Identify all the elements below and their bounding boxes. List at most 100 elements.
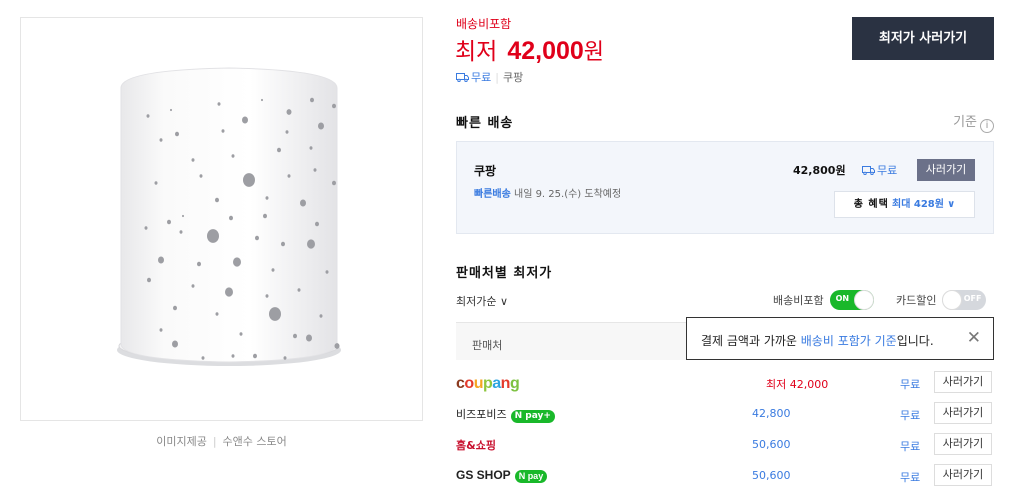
- store-logo-coupang[interactable]: coupang: [456, 375, 520, 393]
- fast-delivery-card: 쿠팡 빠른배송 내일 9. 25.(수) 도착예정 42,800원 무료 사러가…: [456, 141, 994, 234]
- pattern-dot: [315, 221, 319, 227]
- npay-badge: N pay+: [510, 410, 555, 423]
- criteria-info[interactable]: 기준 i: [953, 111, 994, 133]
- pattern-dot: [225, 287, 233, 297]
- delivery-eta: 빠른배송 내일 9. 25.(수) 도착예정: [474, 185, 621, 200]
- row-shipping: 무료: [900, 409, 921, 422]
- sort-dropdown[interactable]: 최저가순 ∨: [456, 293, 508, 309]
- table-row[interactable]: GS SHOP N pay 50,600 무료 사러가기: [456, 460, 994, 490]
- free-shipping-label: 무료: [471, 71, 492, 84]
- lowest-price: 최저 42,000원: [455, 32, 604, 66]
- pattern-dot: [144, 226, 148, 230]
- pattern-dot: [175, 131, 179, 137]
- shipping-tooltip: 결제 금액과 가까운 배송비 포함가 기준입니다. ✕: [686, 317, 994, 360]
- image-source-label: 이미지제공: [156, 435, 207, 448]
- pattern-dot: [191, 158, 195, 162]
- toggle-state-text: ON: [835, 294, 850, 303]
- row-buy-button[interactable]: 사러가기: [934, 371, 992, 393]
- currency-unit: 원: [583, 40, 605, 65]
- pattern-dot: [221, 129, 225, 133]
- caption-divider: |: [212, 435, 217, 448]
- pattern-dot: [281, 241, 285, 247]
- eta-text: 내일 9. 25.(수) 도착예정: [510, 189, 622, 200]
- shipping-included-label: 배송비포함: [456, 17, 512, 31]
- pattern-dot: [283, 356, 287, 360]
- pattern-dot: [286, 109, 292, 115]
- tooltip-text-before: 결제 금액과 가까운: [701, 334, 801, 348]
- pattern-dot: [199, 174, 203, 178]
- pattern-dot: [318, 122, 324, 130]
- fast-delivery-store[interactable]: 쿠팡: [474, 162, 496, 179]
- fast-delivery-shipping: 무료: [862, 162, 897, 178]
- row-best-label: 최저: [766, 378, 787, 391]
- pattern-dot: [332, 103, 336, 109]
- pattern-dot: [146, 114, 150, 118]
- pattern-dot: [307, 239, 315, 249]
- card-discount-toggle[interactable]: OFF: [942, 290, 987, 310]
- row-shipping: 무료: [900, 440, 921, 453]
- row-buy-button[interactable]: 사러가기: [934, 402, 992, 424]
- pattern-dot: [265, 294, 269, 298]
- card-toggle-row: 카드할인 OFF: [896, 290, 987, 310]
- table-row[interactable]: 비즈포비즈 N pay+ 42,800 무료 사러가기: [456, 398, 994, 428]
- pattern-dot: [239, 332, 243, 336]
- row-shipping: 무료: [900, 378, 921, 391]
- pattern-dot: [253, 353, 257, 359]
- seller-column-header: 판매처: [472, 339, 503, 352]
- tooltip-highlight: 배송비 포함가 기준: [800, 334, 897, 348]
- product-image: [20, 17, 423, 421]
- pattern-dot: [277, 147, 281, 153]
- pattern-dot: [297, 288, 301, 292]
- pattern-dot: [306, 334, 312, 342]
- row-price: 50,600: [752, 438, 791, 451]
- row-store-name[interactable]: 홈&쇼핑: [456, 437, 496, 453]
- buy-lowest-button[interactable]: 최저가 사러가기: [852, 17, 994, 60]
- card-toggle-label: 카드할인: [896, 294, 937, 307]
- row-price-value: 42,000: [789, 378, 829, 391]
- pattern-dot: [197, 261, 201, 267]
- row-store-name[interactable]: GS SHOP N pay: [456, 468, 548, 483]
- pattern-dot: [285, 130, 289, 134]
- seller-section-title: 판매처별 최저가: [456, 266, 553, 281]
- pattern-dot: [172, 340, 178, 348]
- pattern-dot: [287, 174, 291, 178]
- pattern-dot: [215, 197, 219, 203]
- pattern-dot: [217, 102, 221, 106]
- price-subinfo: 무료 | 쿠팡: [456, 69, 523, 85]
- pattern-dot: [332, 180, 336, 186]
- row-buy-button[interactable]: 사러가기: [934, 433, 992, 455]
- fast-free-label: 무료: [877, 164, 898, 177]
- shipping-toggle-row: 배송비포함 ON: [773, 290, 874, 310]
- toggle-knob: [942, 290, 963, 310]
- row-store-name[interactable]: 비즈포비즈 N pay+: [456, 406, 555, 423]
- pattern-dot: [215, 312, 219, 316]
- row-buy-button[interactable]: 사러가기: [934, 464, 992, 486]
- pattern-dot: [173, 305, 177, 311]
- toggle-state-text: OFF: [963, 294, 982, 303]
- image-source-store[interactable]: 수앤수 스토어: [223, 435, 287, 448]
- fast-delivery-buy-button[interactable]: 사러가기: [917, 159, 975, 181]
- chevron-down-icon: ∨: [947, 199, 956, 210]
- toggle-knob: [853, 290, 874, 310]
- pattern-dot: [313, 168, 317, 172]
- fast-delivery-price: 42,800원: [793, 164, 846, 177]
- table-row[interactable]: coupang 최저 42,000 무료 사러가기: [456, 367, 994, 397]
- product-body: [120, 67, 338, 363]
- pattern-dot: [265, 196, 269, 200]
- pattern-dot: [309, 146, 313, 150]
- fast-delivery-title: 빠른 배송: [456, 116, 514, 131]
- pattern-dot: [167, 219, 171, 225]
- pattern-dot: [231, 354, 235, 358]
- table-row[interactable]: 홈&쇼핑 50,600 무료 사러가기: [456, 429, 994, 459]
- row-price: 42,800: [752, 407, 791, 420]
- info-icon[interactable]: i: [980, 119, 994, 133]
- shipping-toggle-label: 배송비포함: [773, 294, 824, 307]
- total-benefit-dropdown[interactable]: 총 혜택 최대 428원 ∨: [834, 191, 975, 218]
- pattern-dot: [207, 229, 219, 243]
- pattern-dot: [293, 333, 297, 339]
- close-icon[interactable]: ✕: [967, 329, 981, 347]
- pattern-dot: [334, 343, 340, 349]
- image-caption: 이미지제공 | 수앤수 스토어: [20, 433, 423, 449]
- shipping-included-toggle[interactable]: ON: [829, 290, 874, 310]
- truck-icon: [862, 166, 875, 175]
